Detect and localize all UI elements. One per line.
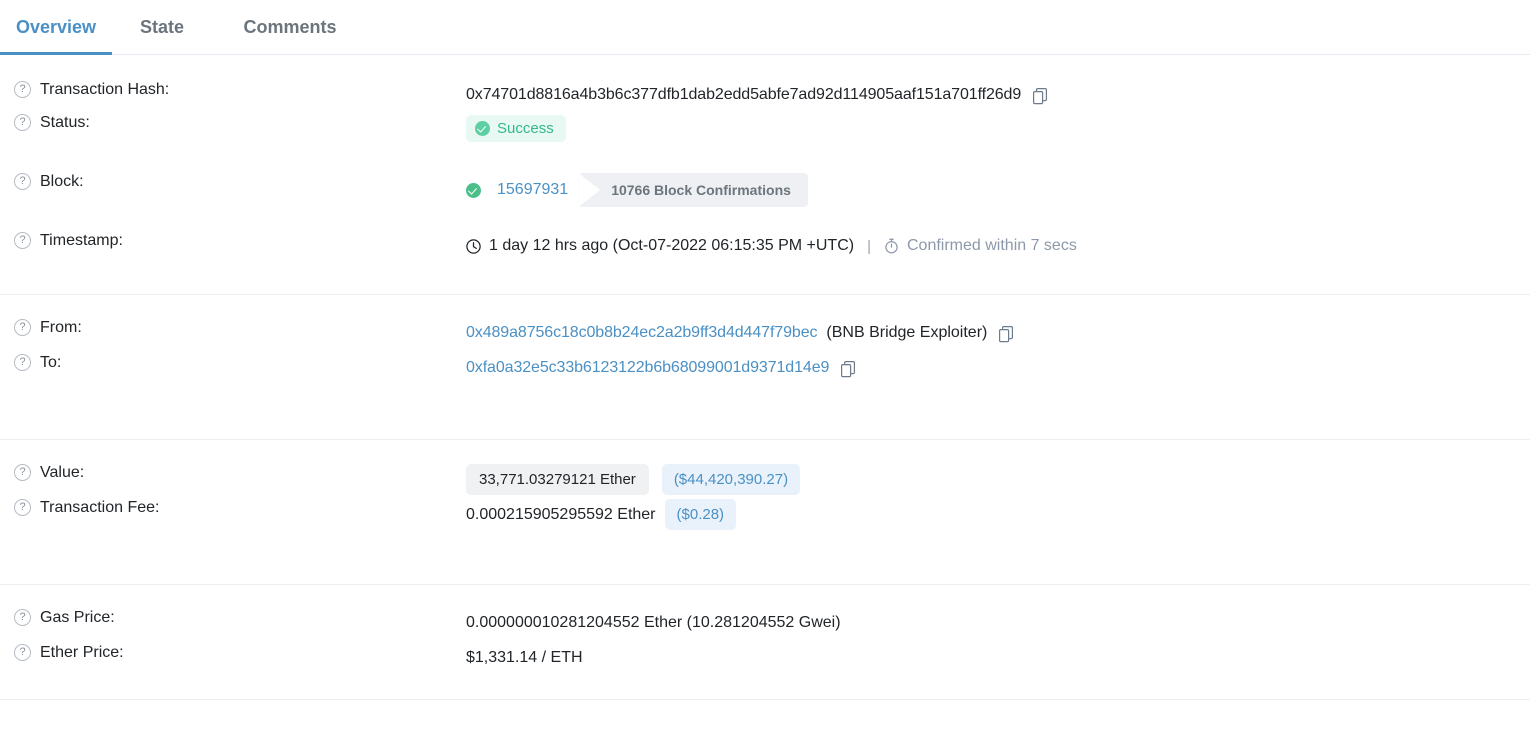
- block-number-link[interactable]: 15697931: [497, 181, 568, 199]
- clock-icon: [466, 238, 481, 254]
- stopwatch-icon: [884, 238, 899, 254]
- transaction-hash-value: 0x74701d8816a4b3b6c377dfb1dab2edd5abfe7a…: [466, 86, 1022, 103]
- confirmed-within-label: Confirmed within 7 secs: [906, 237, 1077, 254]
- help-icon[interactable]: ?: [14, 609, 31, 626]
- help-icon[interactable]: ?: [14, 499, 31, 516]
- label-value-text: Value:: [40, 463, 85, 481]
- copy-icon[interactable]: [999, 325, 1014, 343]
- value-status: Success: [466, 114, 1530, 142]
- help-icon[interactable]: ?: [14, 464, 31, 481]
- timestamp-separator: |: [867, 237, 871, 255]
- label-transaction-hash: ? Transaction Hash:: [0, 81, 466, 98]
- label-timestamp: ? Timestamp:: [0, 232, 466, 249]
- check-circle-icon: [466, 182, 481, 198]
- label-block-text: Block:: [40, 172, 84, 190]
- copy-icon[interactable]: [1033, 87, 1048, 105]
- help-icon[interactable]: ?: [14, 319, 31, 336]
- label-transaction-fee: ? Transaction Fee:: [0, 499, 466, 516]
- transaction-fee-usd-pill: ($0.28): [664, 499, 737, 530]
- ether-price-value: $1,331.14 / ETH: [466, 649, 583, 666]
- row-ether-price: ? Ether Price: $1,331.14 / ETH: [0, 644, 1530, 699]
- tab-bar: Overview State Comments: [0, 0, 1530, 55]
- block-confirmations-label: 10766 Block Confirmations: [578, 173, 808, 207]
- help-icon[interactable]: ?: [14, 81, 31, 98]
- label-gas-price: ? Gas Price:: [0, 609, 466, 626]
- label-timestamp-text: Timestamp:: [40, 231, 123, 249]
- help-icon[interactable]: ?: [14, 173, 31, 190]
- label-status-text: Status:: [40, 113, 90, 131]
- tab-overview[interactable]: Overview: [0, 0, 112, 55]
- value-timestamp: 1 day 12 hrs ago (Oct-07-2022 06:15:35 P…: [466, 232, 1530, 260]
- label-transaction-fee-text: Transaction Fee:: [40, 498, 160, 516]
- value-block: 15697931 10766 Block Confirmations: [466, 173, 1530, 207]
- label-block: ? Block:: [0, 173, 466, 190]
- gas-price-value: 0.000000010281204552 Ether (10.281204552…: [466, 614, 841, 631]
- value-usd-pill: ($44,420,390.27): [661, 464, 801, 495]
- label-to: ? To:: [0, 354, 466, 371]
- help-icon[interactable]: ?: [14, 644, 31, 661]
- to-address-link[interactable]: 0xfa0a32e5c33b6123122b6b68099001d9371d14…: [466, 359, 829, 377]
- row-block: ? Block: 15697931 10766 Block Confirmati…: [0, 173, 1530, 232]
- copy-icon[interactable]: [841, 360, 856, 378]
- transaction-fee-ether: 0.000215905295592 Ether: [466, 505, 656, 523]
- row-timestamp: ? Timestamp: 1 day 12 hrs ago (Oct-07-20…: [0, 232, 1530, 294]
- label-from-text: From:: [40, 318, 82, 336]
- tab-comments-label: Comments: [243, 17, 337, 37]
- from-address-tag: (BNB Bridge Exploiter): [826, 324, 988, 341]
- row-from: ? From: 0x489a8756c18c0b8b24ec2a2b9ff3d4…: [0, 295, 1530, 354]
- help-icon[interactable]: ?: [14, 354, 31, 371]
- value-amount: 33,771.03279121 Ether ($44,420,390.27): [466, 464, 1530, 495]
- row-to: ? To: 0xfa0a32e5c33b6123122b6b68099001d9…: [0, 354, 1530, 413]
- tab-overview-label: Overview: [15, 17, 97, 37]
- value-from: 0x489a8756c18c0b8b24ec2a2b9ff3d4d447f79b…: [466, 319, 1530, 347]
- value-transaction-fee: 0.000215905295592 Ether ($0.28): [466, 499, 1530, 530]
- value-ether-pill: 33,771.03279121 Ether: [466, 464, 649, 495]
- label-ether-price: ? Ether Price:: [0, 644, 466, 661]
- value-transaction-hash: 0x74701d8816a4b3b6c377dfb1dab2edd5abfe7a…: [466, 81, 1530, 109]
- value-to: 0xfa0a32e5c33b6123122b6b68099001d9371d14…: [466, 354, 1530, 382]
- label-from: ? From:: [0, 319, 466, 336]
- row-gas-price: ? Gas Price: 0.000000010281204552 Ether …: [0, 585, 1530, 644]
- help-icon[interactable]: ?: [14, 114, 31, 131]
- status-badge: Success: [466, 114, 566, 142]
- block-confirmations-chip: 10766 Block Confirmations: [578, 173, 808, 207]
- help-icon[interactable]: ?: [14, 232, 31, 249]
- row-transaction-hash: ? Transaction Hash: 0x74701d8816a4b3b6c3…: [0, 55, 1530, 114]
- label-status: ? Status:: [0, 114, 466, 131]
- row-status: ? Status: Success: [0, 114, 1530, 173]
- row-transaction-fee: ? Transaction Fee: 0.000215905295592 Eth…: [0, 499, 1530, 558]
- value-gas-price: 0.000000010281204552 Ether (10.281204552…: [466, 609, 1530, 637]
- row-value-amount: ? Value: 33,771.03279121 Ether ($44,420,…: [0, 440, 1530, 499]
- label-ether-price-text: Ether Price:: [40, 643, 124, 661]
- divider: [0, 699, 1530, 700]
- timestamp-value: 1 day 12 hrs ago (Oct-07-2022 06:15:35 P…: [489, 237, 855, 254]
- from-address-link[interactable]: 0x489a8756c18c0b8b24ec2a2b9ff3d4d447f79b…: [466, 324, 818, 342]
- overview-panel: ? Transaction Hash: 0x74701d8816a4b3b6c3…: [0, 55, 1530, 700]
- check-circle-icon: [475, 120, 490, 136]
- label-gas-price-text: Gas Price:: [40, 608, 115, 626]
- label-to-text: To:: [40, 353, 62, 371]
- value-ether-price: $1,331.14 / ETH: [466, 644, 1530, 672]
- tab-comments[interactable]: Comments: [212, 0, 368, 54]
- status-badge-label: Success: [497, 119, 554, 137]
- label-transaction-hash-text: Transaction Hash:: [40, 80, 170, 98]
- tab-state-label: State: [139, 17, 184, 37]
- tab-state[interactable]: State: [112, 0, 212, 54]
- label-value: ? Value:: [0, 464, 466, 481]
- confirmed-within: Confirmed within 7 secs: [884, 237, 1077, 255]
